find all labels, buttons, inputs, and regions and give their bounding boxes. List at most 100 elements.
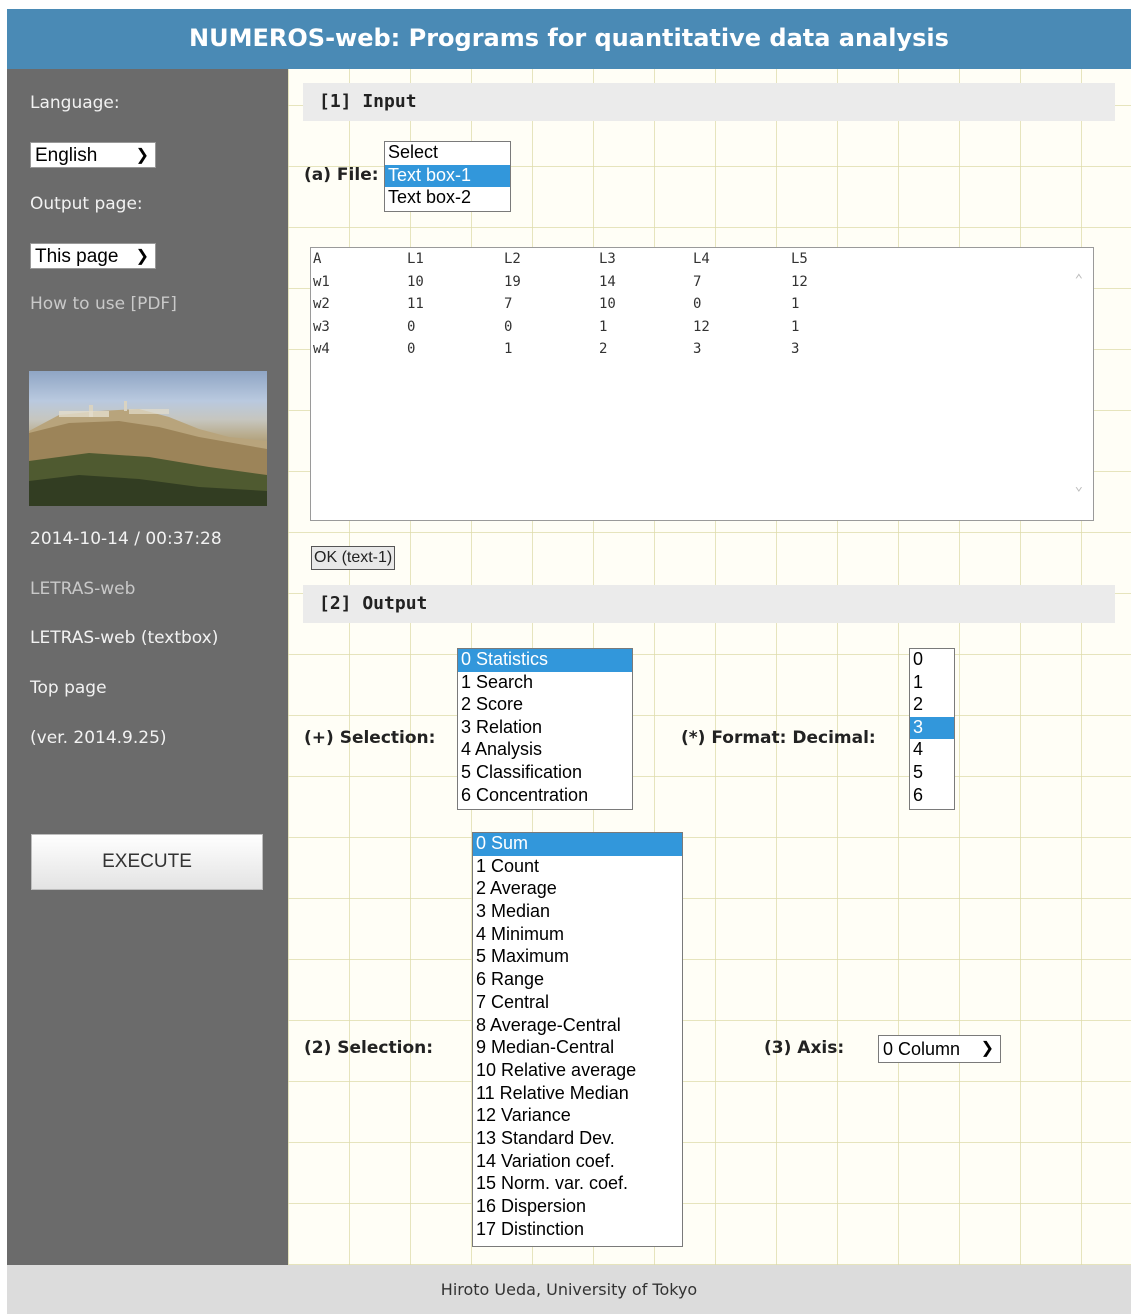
chevron-down-icon: ❯: [980, 1040, 994, 1057]
execute-button[interactable]: EXECUTE: [31, 834, 263, 890]
version-text: (ver. 2014.9.25): [30, 728, 167, 748]
textarea-cell: 3: [693, 341, 702, 357]
textarea-row: w4 0 1 2 3 3: [311, 338, 1093, 361]
textarea-cell: 1: [599, 318, 608, 335]
textarea-cell: 11: [407, 296, 424, 312]
output-page-select[interactable]: This page ❯: [30, 243, 156, 269]
listbox-option[interactable]: 4 Minimum: [473, 924, 682, 947]
textarea-cell: 19: [504, 273, 521, 290]
page-header: NUMEROS-web: Programs for quantitative d…: [7, 9, 1131, 69]
listbox-option[interactable]: 4 Analysis: [458, 739, 632, 762]
textarea-cell: 14: [599, 273, 616, 290]
textarea-cell: w1: [313, 273, 330, 290]
listbox-option[interactable]: 6: [910, 785, 954, 808]
listbox-option[interactable]: 1 Search: [458, 672, 632, 695]
textarea-cell: 1: [504, 341, 513, 357]
listbox-option[interactable]: 5 Classification: [458, 762, 632, 785]
language-label: Language:: [30, 93, 120, 113]
listbox-option[interactable]: 5 Maximum: [473, 946, 682, 969]
listbox-option[interactable]: 0 Statistics: [458, 649, 632, 672]
listbox-option[interactable]: 14 Variation coef.: [473, 1151, 682, 1174]
textarea-content: A L1 L2 L3 L4 L5 w1 10 19 14 7 12 w2 11 7 10 0 1 w3 0 0 1 12 1 w…: [311, 248, 1093, 361]
selection2-listbox[interactable]: 0 Sum 1 Count 2 Average 3 Median 4 Minimum 5 …: [472, 832, 683, 1247]
chevron-down-icon: ❯: [135, 147, 149, 164]
listbox-option[interactable]: Text box-2: [385, 187, 510, 210]
listbox-option[interactable]: 11 Relative Median: [473, 1083, 682, 1106]
listbox-option[interactable]: 5: [910, 762, 954, 785]
textarea-cell: 7: [504, 296, 513, 312]
page-title: NUMEROS-web: Programs for quantitative d…: [189, 24, 949, 52]
top-page-link[interactable]: Top page: [30, 678, 107, 698]
language-select[interactable]: English ❯: [30, 142, 156, 168]
ok-text1-button[interactable]: OK (text-1): [311, 546, 396, 570]
sidebar: Language: English ❯ Output page: This pa…: [7, 69, 288, 1265]
letras-web-link[interactable]: LETRAS-web: [30, 579, 135, 599]
listbox-option[interactable]: 6 Range: [473, 969, 682, 992]
listbox-option[interactable]: 7 Central: [473, 992, 682, 1015]
data-textarea[interactable]: A L1 L2 L3 L4 L5 w1 10 19 14 7 12 w2 11 7 10 0 1 w3 0 0 1 12 1 w…: [310, 247, 1094, 521]
listbox-option[interactable]: 2 Average: [473, 878, 682, 901]
listbox-option[interactable]: 6 Concentration: [458, 785, 632, 808]
selection1-label: (+) Selection:: [304, 728, 436, 748]
textarea-cell: 12: [693, 318, 710, 335]
textarea-cell: 12: [791, 273, 808, 290]
listbox-option[interactable]: 8 Average-Central: [473, 1015, 682, 1038]
axis-label: (3) Axis:: [764, 1038, 845, 1058]
listbox-option[interactable]: Text box-1: [385, 164, 510, 188]
listbox-option[interactable]: 12 Variance: [473, 1105, 682, 1128]
listbox-option[interactable]: 1: [910, 672, 954, 695]
textarea-cell: L5: [791, 251, 808, 267]
textarea-row: w3 0 0 1 12 1: [311, 316, 1093, 339]
selection2-label: (2) Selection:: [304, 1038, 434, 1058]
textarea-row: w2 11 7 10 0 1: [311, 293, 1093, 316]
listbox-option[interactable]: 2: [910, 694, 954, 717]
textarea-cell: 10: [599, 296, 616, 312]
textarea-cell: L1: [407, 251, 424, 267]
landscape-photo: [29, 371, 267, 506]
datetime-text: 2014-10-14 / 00:37:28: [30, 529, 222, 549]
file-listbox[interactable]: Select Text box-1 Text box-2: [384, 141, 511, 212]
landscape-photo-graphic: [29, 401, 267, 506]
textarea-row: A L1 L2 L3 L4 L5: [311, 248, 1093, 271]
selection1-listbox[interactable]: 0 Statistics 1 Search 2 Score 3 Relation 4 A…: [457, 648, 633, 810]
how-to-use-link[interactable]: How to use [PDF]: [30, 294, 177, 314]
textarea-cell: 0: [407, 318, 416, 335]
listbox-option[interactable]: 17 Distinction: [473, 1219, 682, 1242]
file-label: (a) File:: [304, 165, 379, 185]
textarea-cell: 1: [791, 296, 800, 312]
listbox-option[interactable]: 0 Sum: [473, 833, 682, 856]
language-select-value: English: [35, 145, 98, 166]
listbox-option[interactable]: 16 Dispersion: [473, 1196, 682, 1219]
page-footer: Hiroto Ueda, University of Tokyo: [7, 1265, 1131, 1314]
chevron-down-icon: ❯: [135, 248, 149, 265]
textarea-cell: L4: [693, 251, 710, 267]
scroll-down-icon[interactable]: ⌄: [1075, 478, 1083, 494]
listbox-option[interactable]: 0: [910, 649, 954, 672]
listbox-option[interactable]: 15 Norm. var. coef.: [473, 1173, 682, 1196]
listbox-option[interactable]: 3: [910, 716, 954, 740]
axis-select[interactable]: 0 Column ❯: [878, 1035, 1001, 1063]
listbox-option[interactable]: 13 Standard Dev.: [473, 1128, 682, 1151]
textarea-cell: 10: [407, 273, 424, 290]
listbox-option[interactable]: 1 Count: [473, 856, 682, 879]
footer-credit: Hiroto Ueda, University of Tokyo: [440, 1280, 698, 1299]
page: NUMEROS-web: Programs for quantitative d…: [7, 9, 1131, 1314]
textarea-cell: 3: [791, 341, 800, 357]
listbox-option[interactable]: 3 Relation: [458, 717, 632, 740]
listbox-option[interactable]: 4: [910, 739, 954, 762]
output-section-title: [2] Output: [303, 585, 1115, 623]
listbox-option[interactable]: 10 Relative average: [473, 1060, 682, 1083]
listbox-option[interactable]: Select: [385, 142, 510, 165]
axis-select-value: 0 Column: [883, 1039, 961, 1059]
input-section-title: [1] Input: [303, 83, 1115, 121]
decimal-listbox[interactable]: 0123456: [909, 648, 955, 810]
listbox-option[interactable]: 3 Median: [473, 901, 682, 924]
listbox-option[interactable]: 2 Score: [458, 694, 632, 717]
textarea-cell: 1: [791, 318, 800, 335]
textarea-cell: 7: [693, 273, 702, 290]
listbox-option[interactable]: 9 Median-Central: [473, 1037, 682, 1060]
textarea-cell: w3: [313, 318, 330, 335]
letras-web-textbox-link[interactable]: LETRAS-web (textbox): [30, 628, 218, 648]
textarea-cell: 0: [407, 341, 416, 357]
scroll-up-icon[interactable]: ⌃: [1075, 272, 1083, 288]
